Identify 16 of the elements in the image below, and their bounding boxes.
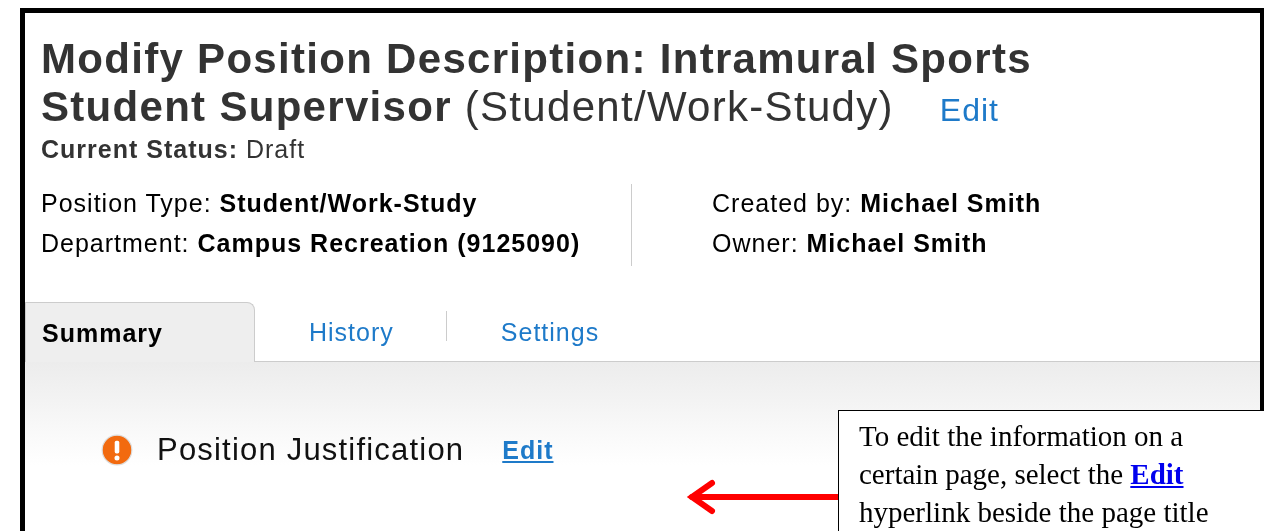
page-title: Student Supervisor (Student/Work-Study) [41, 83, 894, 131]
exclamation-icon [101, 434, 133, 466]
section-title: Position Justification [157, 432, 465, 468]
edit-link[interactable]: Edit [502, 435, 554, 465]
edit-link[interactable]: Edit [1130, 458, 1184, 490]
page-title: Modify Position Description: Intramural Sports [41, 35, 1033, 83]
detail-text: Owner: Michael Smith [712, 228, 989, 259]
tab[interactable]: Settings [446, 302, 618, 361]
detail-text: Created by: Michael Smith [712, 188, 1042, 219]
callout-text: To edit the information on a certain page, select the Edit hyperlink beside the page title [859, 419, 1210, 530]
current-status: Current Status: Draft [41, 135, 307, 164]
detail-text: Position Type: Student/Work-Study [41, 188, 479, 219]
tab[interactable]: Summary [25, 302, 255, 362]
detail-text: Department: Campus Recreation (9125090) [41, 228, 582, 259]
tab[interactable]: History [255, 302, 412, 361]
edit-link[interactable]: Edit [939, 92, 999, 129]
